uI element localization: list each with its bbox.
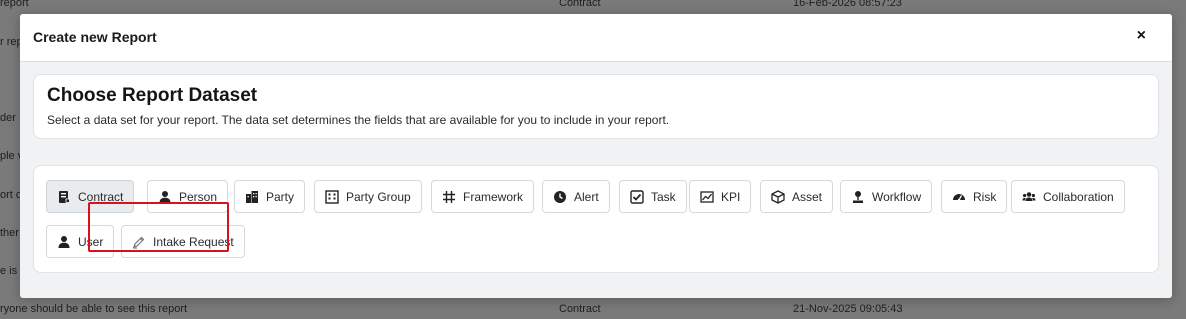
modal-title: Create new Report <box>33 29 157 45</box>
background-row-type: Contract <box>559 303 601 315</box>
background-row-name: report <box>0 0 29 9</box>
highlight-box <box>88 202 229 252</box>
dataset-button-kpi[interactable]: KPI <box>689 180 752 213</box>
dataset-description: Select a data set for your report. The d… <box>47 113 670 127</box>
clock-icon <box>553 190 567 204</box>
dataset-intro-panel: Choose Report Dataset Select a data set … <box>33 74 1159 139</box>
building-icon <box>245 190 259 204</box>
contract-icon <box>57 190 71 204</box>
checkbox-icon <box>630 189 644 204</box>
workflow-icon <box>851 190 865 204</box>
dataset-label: Collaboration <box>1043 189 1114 204</box>
dataset-label: Alert <box>574 189 599 204</box>
box-icon <box>771 189 785 204</box>
dataset-button-asset[interactable]: Asset <box>760 180 834 213</box>
chart-icon <box>700 190 714 204</box>
dataset-button-party-group[interactable]: Party Group <box>314 180 422 213</box>
background-row-name: ryone should be able to see this report <box>0 303 188 315</box>
building-group-icon <box>325 189 339 204</box>
dataset-label: Asset <box>792 189 823 204</box>
dataset-button-alert[interactable]: Alert <box>542 180 610 213</box>
dataset-button-collaboration[interactable]: Collaboration <box>1011 180 1125 213</box>
dataset-label: Party Group <box>346 189 411 204</box>
dataset-button-workflow[interactable]: Workflow <box>840 180 933 213</box>
dataset-label: Framework <box>463 189 524 204</box>
background-row-type: Contract <box>559 0 601 9</box>
dataset-button-risk[interactable]: Risk <box>941 180 1008 213</box>
create-report-modal: Create new Report × Choose Report Datase… <box>20 14 1172 298</box>
background-row-name: ort o <box>0 189 23 201</box>
dataset-button-party[interactable]: Party <box>234 180 306 213</box>
dataset-label: Workflow <box>872 189 922 204</box>
close-button[interactable]: × <box>1137 27 1146 45</box>
users-icon <box>1022 190 1036 204</box>
page-title: Choose Report Dataset <box>47 85 258 106</box>
dataset-label: KPI <box>721 189 741 204</box>
dataset-button-framework[interactable]: Framework <box>431 180 535 213</box>
dataset-button-task[interactable]: Task <box>619 180 687 213</box>
dataset-label: Task <box>651 189 676 204</box>
background-row-date: 21-Nov-2025 09:05:43 <box>793 303 903 315</box>
background-row-name: ther <box>0 227 19 239</box>
user-icon <box>57 235 71 249</box>
background-row-date: 16-Feb-2026 08:57:23 <box>793 0 902 9</box>
gauge-icon <box>952 190 966 204</box>
modal-header: Create new Report × <box>20 14 1172 62</box>
background-row-name: der <box>0 112 16 124</box>
dataset-label: Risk <box>973 189 997 204</box>
hashtag-icon <box>442 190 456 204</box>
dataset-label: Party <box>266 189 295 204</box>
